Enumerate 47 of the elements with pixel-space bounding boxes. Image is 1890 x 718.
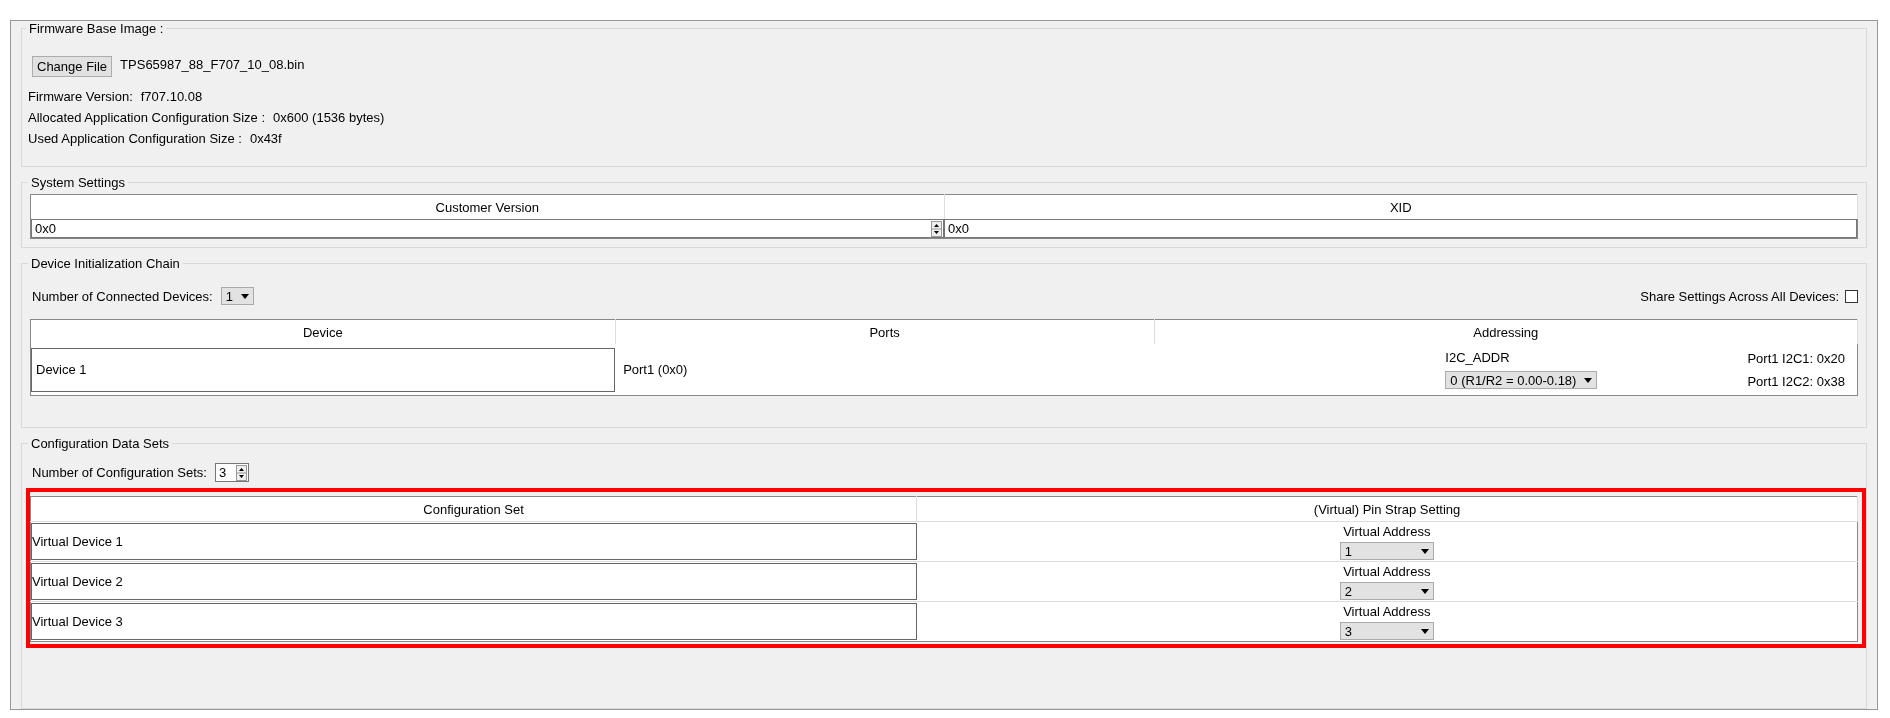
caret-icon <box>1420 548 1429 554</box>
i2c-address-text: Port1 I2C2: 0x38 <box>1747 373 1845 389</box>
info-value: 0x43f <box>249 131 282 146</box>
info-label: Firmware Version: <box>28 89 133 104</box>
virtual-address-dropdown[interactable]: 2 <box>1339 582 1434 600</box>
info-value: f707.10.08 <box>140 89 203 104</box>
config-count-spinner[interactable]: 3 <box>214 463 250 482</box>
change-file-button[interactable]: Change File <box>32 56 113 77</box>
caret-icon <box>1420 628 1429 634</box>
section-title: Device Initialization Chain <box>30 256 181 271</box>
caret-icon <box>240 293 249 299</box>
device-cell: Device 1 <box>31 347 616 392</box>
virtual-address-dropdown[interactable]: 3 <box>1339 622 1434 640</box>
caret-icon <box>1420 588 1429 594</box>
column-header: Configuration Set <box>30 496 917 522</box>
column-header: Ports <box>615 319 1155 344</box>
i2c-address-dropdown[interactable]: 0 (R1/R2 = 0.00-0.18) <box>1445 371 1598 389</box>
field-label: Number of Connected Devices: <box>32 288 213 304</box>
field-label: Virtual Address <box>1343 524 1431 539</box>
spinner-field[interactable]: 0x0 <box>31 219 944 238</box>
field-label: Number of Configuration Sets: <box>32 465 207 480</box>
caret-icon <box>1584 377 1593 383</box>
field-label: I2C_ADDR <box>1445 350 1511 365</box>
field-label: Virtual Address <box>1343 604 1431 619</box>
virtual-address-dropdown[interactable]: 1 <box>1339 542 1434 560</box>
column-header: (Virtual) Pin Strap Setting <box>916 496 1858 522</box>
section-title: Firmware Base Image : <box>28 21 165 36</box>
info-value: 0x600 (1536 bytes) <box>273 110 385 125</box>
field-label: Share Settings Across All Devices: <box>1640 288 1839 304</box>
file-name: TPS65987_88_F707_10_08.bin <box>120 57 305 72</box>
virtual-device-cell: Virtual Device 1 <box>31 523 917 560</box>
section-title: System Settings <box>30 175 126 190</box>
share-settings-checkbox[interactable] <box>1845 289 1858 303</box>
virtual-device-cell: Virtual Device 2 <box>31 563 917 600</box>
info-label: Used Application Configuration Size : <box>28 131 242 146</box>
field-label: Virtual Address <box>1343 564 1431 579</box>
ports-cell: Port1 (0x0) <box>623 362 688 377</box>
spinner-arrows-icon[interactable] <box>931 220 942 237</box>
column-header: Device <box>30 319 616 344</box>
i2c-address-text: Port1 I2C1: 0x20 <box>1747 350 1845 366</box>
section-title: Configuration Data Sets <box>30 436 171 451</box>
virtual-device-cell: Virtual Device 3 <box>31 603 917 640</box>
spinner-arrows-icon[interactable] <box>236 464 248 481</box>
input-field[interactable]: 0x0 <box>944 219 1857 238</box>
device-count-dropdown[interactable]: 1 <box>220 287 254 305</box>
column-header: Addressing <box>1154 319 1858 344</box>
info-label: Allocated Application Configuration Size : <box>28 110 266 125</box>
